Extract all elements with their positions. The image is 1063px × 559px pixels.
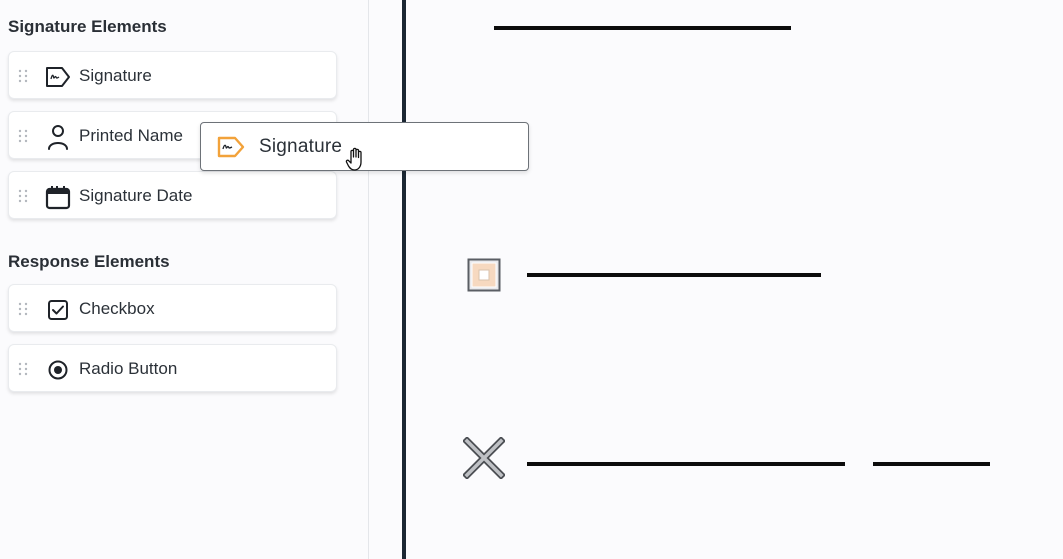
signature-icon xyxy=(45,64,71,90)
sidebar-item-signature-date[interactable]: Signature Date xyxy=(8,171,337,219)
section-title-response-elements: Response Elements xyxy=(8,252,170,271)
checkbox-field-line[interactable] xyxy=(527,273,821,277)
grab-cursor-icon xyxy=(345,147,362,171)
sidebar-item-label: Checkbox xyxy=(79,299,155,318)
x-mark-icon[interactable] xyxy=(462,436,506,480)
sidebar-item-checkbox[interactable]: Checkbox xyxy=(8,284,337,332)
drag-handle-icon[interactable] xyxy=(18,189,28,203)
drag-handle-icon[interactable] xyxy=(18,302,28,316)
sidebar-item-label: Signature Date xyxy=(79,186,193,205)
sidebar-item-signature[interactable]: Signature xyxy=(8,51,337,99)
sidebar-item-label: Signature xyxy=(79,66,152,85)
drag-handle-icon[interactable] xyxy=(18,362,28,376)
person-icon xyxy=(45,124,71,150)
drag-ghost-label: Signature xyxy=(259,136,343,157)
signature-line-long[interactable] xyxy=(527,462,845,466)
drag-handle-icon[interactable] xyxy=(18,129,28,143)
sidebar-item-label: Printed Name xyxy=(79,126,183,145)
elements-sidebar: Signature Elements Signature Printed Nam… xyxy=(0,0,368,559)
canvas-gutter xyxy=(369,0,402,559)
section-title-signature-elements: Signature Elements xyxy=(8,17,167,36)
calendar-icon xyxy=(45,184,71,210)
sidebar-item-label: Radio Button xyxy=(79,359,178,378)
radio-button-icon xyxy=(45,357,71,383)
signature-field-line[interactable] xyxy=(494,26,791,30)
signature-icon xyxy=(217,136,245,158)
drag-handle-icon[interactable] xyxy=(18,69,28,83)
sidebar-item-radio-button[interactable]: Radio Button xyxy=(8,344,337,392)
date-line-short[interactable] xyxy=(873,462,990,466)
checkbox-icon xyxy=(45,297,71,323)
document-checkbox-field[interactable] xyxy=(467,258,501,292)
